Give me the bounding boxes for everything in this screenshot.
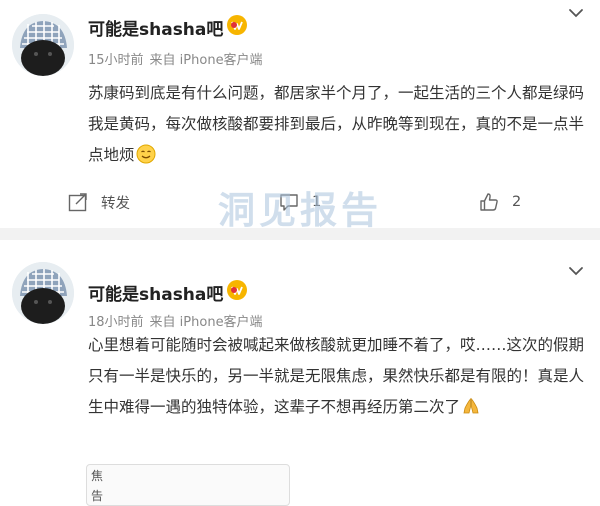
comment-button[interactable]: 1	[278, 190, 321, 214]
vip-badge-icon	[227, 280, 247, 300]
post-time: 15小时前	[88, 53, 144, 68]
smile-emoji-icon	[136, 144, 156, 164]
repost-label: 转发	[101, 195, 130, 212]
action-bar: 转发 1 2	[0, 190, 600, 218]
weibo-post: 可能是shasha吧 15小时前 来自 iPhone客户端 苏康码到底是有什么问题…	[0, 0, 600, 232]
comment-count: 1	[312, 194, 322, 210]
attachment-preview[interactable]: 焦 告	[86, 464, 290, 506]
avatar[interactable]	[12, 14, 74, 76]
username[interactable]: 可能是shasha吧	[88, 15, 223, 40]
post-meta: 18小时前 来自 iPhone客户端	[88, 311, 263, 330]
post-text: 心里想着可能随时会被喊起来做核酸就更加睡不着了，哎……这次的假期只有一半是快乐的…	[88, 336, 585, 416]
post-time: 18小时前	[88, 315, 144, 330]
repost-icon	[68, 193, 87, 212]
weibo-post: 可能是shasha吧 18小时前 来自 iPhone客户端 心里想着可能随时会被喊…	[0, 240, 600, 506]
vip-badge-icon	[227, 15, 247, 35]
post-separator	[0, 228, 600, 240]
like-icon	[480, 193, 498, 211]
repost-button[interactable]: 转发	[67, 190, 130, 214]
comment-icon	[280, 194, 298, 211]
username[interactable]: 可能是shasha吧	[88, 280, 223, 305]
chevron-down-icon[interactable]	[566, 264, 586, 278]
attachment-text-1: 焦	[91, 469, 104, 483]
post-text: 苏康码到底是有什么问题，都居家半个月了，一起生活的三个人都是绿码我是黄码，每次做…	[88, 84, 585, 164]
attachment-text-2: 告	[91, 489, 104, 503]
post-source: 来自 iPhone客户端	[149, 53, 263, 68]
avatar[interactable]	[12, 262, 74, 324]
like-button[interactable]: 2	[478, 190, 521, 214]
post-content: 苏康码到底是有什么问题，都居家半个月了，一起生活的三个人都是绿码我是黄码，每次做…	[88, 78, 596, 171]
post-meta: 15小时前 来自 iPhone客户端	[88, 49, 263, 68]
like-count: 2	[512, 194, 522, 210]
post-content: 心里想着可能随时会被喊起来做核酸就更加睡不着了，哎……这次的假期只有一半是快乐的…	[88, 330, 596, 423]
post-source: 来自 iPhone客户端	[149, 315, 263, 330]
chevron-down-icon[interactable]	[566, 6, 586, 20]
pray-emoji-icon	[463, 397, 479, 414]
